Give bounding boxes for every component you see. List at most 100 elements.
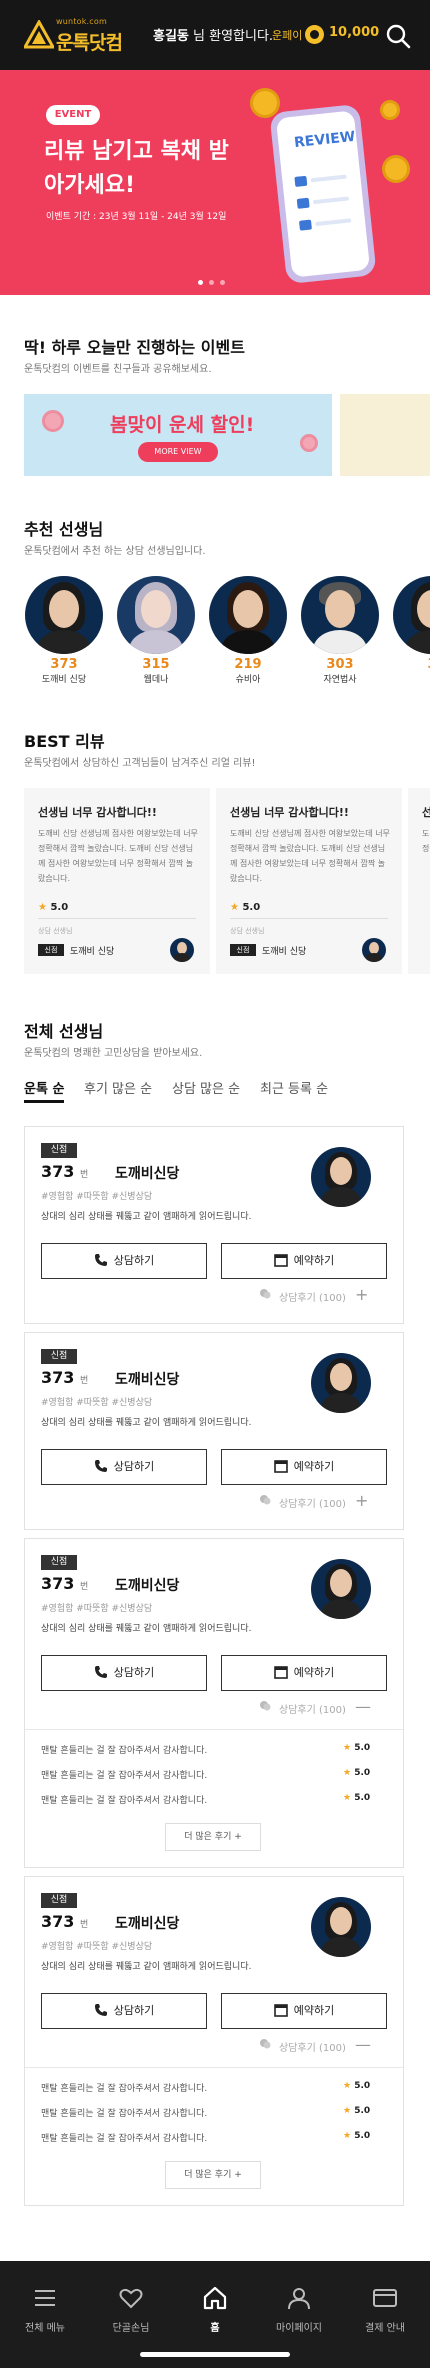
reserve-button[interactable]: 예약하기 <box>221 1655 387 1691</box>
teacher-name: 웹데나 <box>143 675 169 685</box>
home-indicator <box>140 2352 290 2357</box>
blossom-icon <box>42 410 64 432</box>
teacher-number: 219 <box>234 657 262 672</box>
chat-icon <box>260 1495 271 1505</box>
menu-icon <box>35 2290 55 2306</box>
review-count: 상담후기 (100) <box>279 1293 346 1304</box>
consult-button[interactable]: 상담하기 <box>41 1993 207 2029</box>
logo-mark-icon <box>24 20 54 49</box>
more-reviews-button[interactable]: 더 많은 후기 + <box>165 2161 261 2189</box>
carousel-dot[interactable] <box>209 280 214 285</box>
review-body: 도깨비 신당 선생님께 점사한 여왕보았는데 너무 정확해서 깜짝 놀랐습니다.… <box>230 829 390 883</box>
teacher-card[interactable]: 신점 373 번 도깨비신당 #영험함 #따뜻함 #신병상담 상대의 심리 상태… <box>24 1538 404 1868</box>
teacher-number: 3 <box>393 657 430 672</box>
teacher-name: 도깨비 신당 <box>41 675 87 685</box>
phone-icon <box>94 1254 107 1266</box>
review-teacher-name: 도깨비 신당 <box>70 947 115 957</box>
teacher-item[interactable]: 219 슈비아 <box>209 576 287 685</box>
review-body: 도깨비 신당 선생님께 점사한 여왕보았는데 너무 정확해서 깜짝 놀랐습니다. <box>422 829 430 853</box>
tab-active-indicator <box>24 1100 64 1103</box>
star-icon: ★ <box>343 1768 352 1778</box>
review-body: 도깨비 신당 선생님께 점사한 여왕보았는데 너무 정확해서 깜짝 놀랐습니다.… <box>38 829 198 883</box>
reserve-button[interactable]: 예약하기 <box>221 1243 387 1279</box>
consult-button[interactable]: 상담하기 <box>41 1655 207 1691</box>
teacher-name: 도깨비신당 <box>115 1166 180 1182</box>
carousel-dot[interactable] <box>198 280 203 285</box>
review-score: ★ 5.0 <box>343 2131 371 2141</box>
teacher-item[interactable]: 303 자연법사 <box>301 576 379 685</box>
review-title: 선생님 너무 감사합니다!! <box>230 806 349 819</box>
coin-balance[interactable]: 10,000 <box>329 25 379 40</box>
teacher-number: 373 <box>50 657 78 672</box>
tab-most-reviews[interactable]: 후기 많은 순 <box>84 1078 152 1097</box>
nav-payment[interactable]: 결제 안내 <box>342 2285 428 2334</box>
review-text: 맨탈 흔들리는 걸 잘 잡아주셔서 감사합니다. <box>41 2084 208 2094</box>
nav-favorites[interactable]: 단골손님 <box>88 2285 174 2334</box>
teacher-tags: #영험함 #따뜻함 #신병상담 <box>41 1942 153 1952</box>
more-view-button[interactable]: MORE VIEW <box>138 442 218 462</box>
teacher-number: 373 번 <box>41 1912 89 1931</box>
collapse-toggle[interactable]: — <box>355 2035 371 2054</box>
nav-label: 홈 <box>210 2323 220 2334</box>
teacher-description: 상대의 심리 상태를 꿰뚫고 같이 앰패하게 읽어드립니다. <box>41 1624 252 1634</box>
more-reviews-button[interactable]: 더 많은 후기 + <box>165 1823 261 1851</box>
chat-icon <box>260 2039 271 2049</box>
consult-button[interactable]: 상담하기 <box>41 1243 207 1279</box>
teacher-photo <box>311 1897 371 1957</box>
best-review-title: BEST 리뷰 <box>24 732 105 751</box>
tab-unto[interactable]: 운톡 순 <box>24 1078 64 1097</box>
category-badge: 신점 <box>41 1555 77 1570</box>
review-score: ★ 5.0 <box>343 2081 371 2091</box>
teacher-item-partial[interactable]: 3 <box>393 576 430 706</box>
star-icon: ★ <box>343 2081 352 2091</box>
nav-label: 전체 메뉴 <box>25 2323 65 2334</box>
consult-button[interactable]: 상담하기 <box>41 1449 207 1485</box>
recommend-title: 추천 선생님 <box>24 520 104 539</box>
user-name: 홍길동 <box>153 29 189 44</box>
search-button[interactable] <box>384 22 412 50</box>
teacher-item[interactable]: 373 도깨비 신당 <box>25 576 103 685</box>
phone-icon <box>94 1666 107 1678</box>
teacher-description: 상대의 심리 상태를 꿰뚫고 같이 앰패하게 읽어드립니다. <box>41 1418 252 1428</box>
carousel-dot[interactable] <box>220 280 225 285</box>
tab-recent[interactable]: 최근 등록 순 <box>260 1078 328 1097</box>
events-title: 딱! 하루 오늘만 진행하는 이벤트 <box>24 338 245 357</box>
teacher-card[interactable]: 신점 373 번 도깨비신당 #영험함 #따뜻함 #신병상담 상대의 심리 상태… <box>24 1126 404 1324</box>
reserve-button[interactable]: 예약하기 <box>221 1993 387 2029</box>
blossom-icon <box>300 434 318 452</box>
review-score: ★ 5.0 <box>343 1793 371 1803</box>
nav-label: 마이페이지 <box>276 2323 322 2334</box>
review-teacher-name: 도깨비 신당 <box>262 947 307 957</box>
event-card-title: 봄맞이 운세 할인! <box>110 414 255 436</box>
nav-mypage[interactable]: 마이페이지 <box>256 2285 342 2334</box>
expand-toggle[interactable]: + <box>355 1285 368 1304</box>
teacher-item[interactable]: 315 웹데나 <box>117 576 195 685</box>
checklist-icon <box>294 174 352 231</box>
review-score: ★ 5.0 <box>343 1768 371 1778</box>
teacher-number: 303 <box>326 657 354 672</box>
teacher-name: 슈비아 <box>235 675 261 685</box>
category-badge: 신점 <box>41 1349 77 1364</box>
teacher-card[interactable]: 신점 373 번 도깨비신당 #영험함 #따뜻함 #신병상담 상대의 심리 상태… <box>24 1332 404 1530</box>
review-card[interactable]: 선생님 너무 감사합니다!! 도깨비 신당 선생님께 점사한 여왕보았는데 너무… <box>216 788 402 974</box>
review-card-partial[interactable]: 선생님 너무 감사합니다!! 도깨비 신당 선생님께 점사한 여왕보았는데 너무… <box>408 788 430 974</box>
teacher-photo <box>311 1147 371 1207</box>
nav-all-menu[interactable]: 전체 메뉴 <box>2 2285 88 2334</box>
review-text: 맨탈 흔들리는 걸 잘 잡아주셔서 감사합니다. <box>41 2109 208 2119</box>
logo[interactable]: wuntok.com 운톡닷컴 <box>24 16 150 54</box>
collapse-toggle[interactable]: — <box>355 1697 371 1716</box>
review-card[interactable]: 선생님 너무 감사합니다!! 도깨비 신당 선생님께 점사한 여왕보았는데 너무… <box>24 788 210 974</box>
star-icon: ★ <box>230 902 239 913</box>
expand-toggle[interactable]: + <box>355 1491 368 1510</box>
event-card-next[interactable] <box>340 394 430 476</box>
teacher-card[interactable]: 신점 373 번 도깨비신당 #영험함 #따뜻함 #신병상담 상대의 심리 상태… <box>24 1876 404 2206</box>
reserve-button[interactable]: 예약하기 <box>221 1449 387 1485</box>
review-score: ★ 5.0 <box>230 902 261 913</box>
teacher-name: 도깨비신당 <box>115 1578 180 1594</box>
star-icon: ★ <box>343 2106 352 2116</box>
nav-home[interactable]: 홈 <box>172 2285 258 2334</box>
star-icon: ★ <box>343 2131 352 2141</box>
review-list <box>25 1729 403 1730</box>
tab-most-consults[interactable]: 상담 많은 순 <box>172 1078 240 1097</box>
category-badge: 신점 <box>41 1893 77 1908</box>
